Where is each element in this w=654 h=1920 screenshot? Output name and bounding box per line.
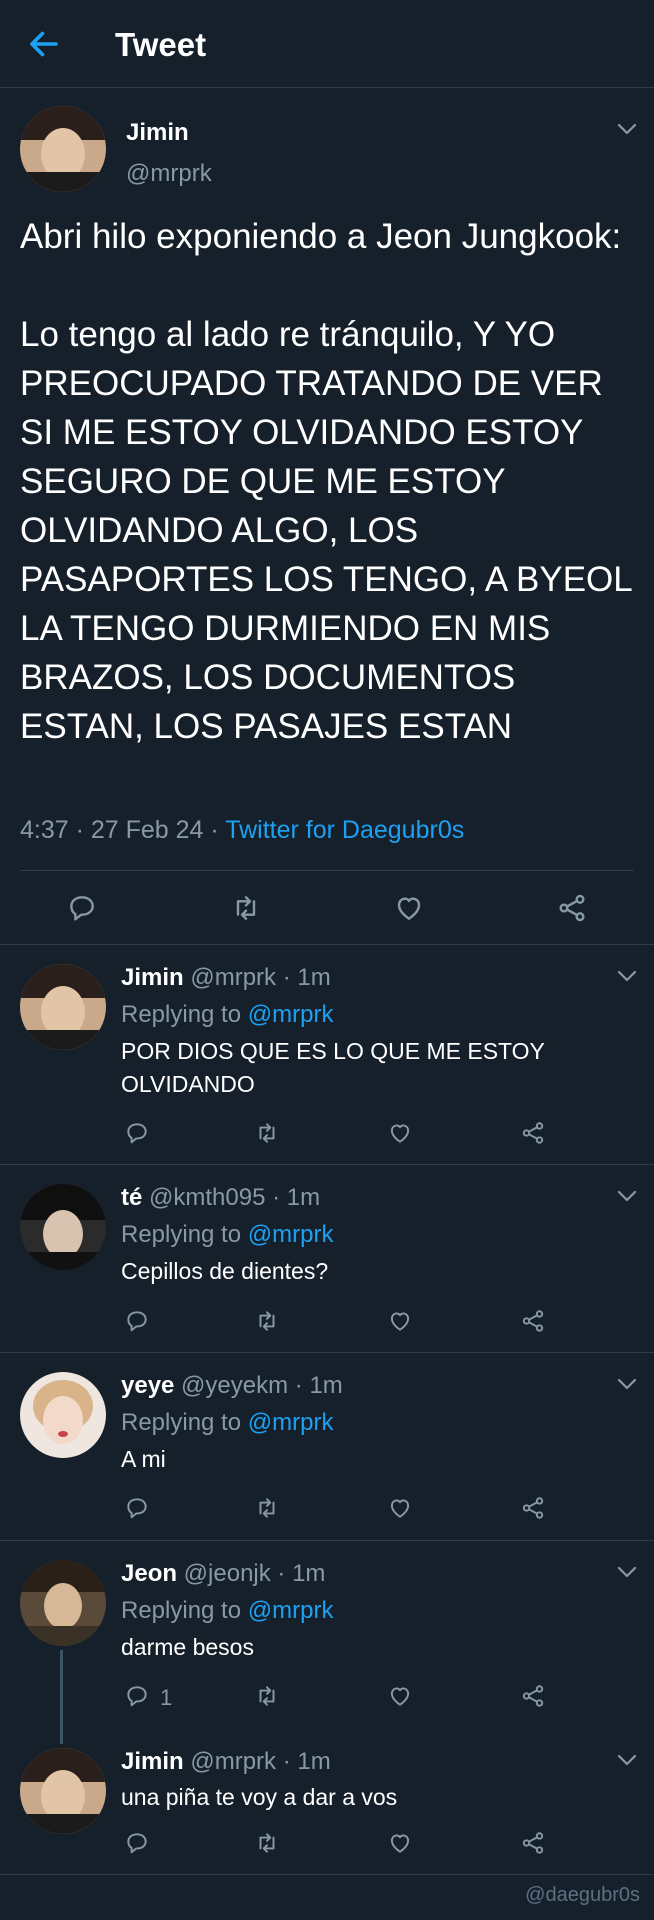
avatar[interactable] bbox=[20, 106, 106, 192]
chevron-down-icon[interactable] bbox=[616, 1189, 638, 1203]
reply-icon[interactable] bbox=[124, 1683, 150, 1709]
author-name[interactable]: Jimin bbox=[121, 1748, 184, 1775]
author-meta: @jeonjk · 1m bbox=[177, 1560, 326, 1587]
author-name[interactable]: Jimin bbox=[126, 119, 189, 147]
chevron-down-icon[interactable] bbox=[616, 1377, 638, 1391]
reply-icon[interactable] bbox=[66, 892, 98, 924]
reply-header: Jimin @mrprk · 1m bbox=[121, 964, 331, 992]
divider bbox=[0, 1540, 654, 1541]
chevron-down-icon[interactable] bbox=[616, 969, 638, 983]
reply-icon[interactable] bbox=[124, 1308, 150, 1334]
replying-to-link[interactable]: @mrprk bbox=[248, 1001, 334, 1028]
avatar[interactable] bbox=[20, 1372, 106, 1458]
reply-text: A mi bbox=[121, 1446, 166, 1472]
reply-header: yeye @yeyekm · 1m bbox=[121, 1372, 343, 1400]
page-title: Tweet bbox=[115, 26, 207, 63]
replying-label: Replying to bbox=[121, 1409, 248, 1436]
author-name[interactable]: té bbox=[121, 1184, 142, 1211]
retweet-icon[interactable] bbox=[230, 892, 262, 924]
chevron-down-icon[interactable] bbox=[616, 1565, 638, 1579]
heart-icon[interactable] bbox=[387, 1830, 413, 1856]
heart-icon[interactable] bbox=[387, 1308, 413, 1334]
replying-to: Replying to @mrprk bbox=[121, 1001, 333, 1029]
divider bbox=[0, 1874, 654, 1875]
chevron-down-icon[interactable] bbox=[616, 1753, 638, 1767]
avatar[interactable] bbox=[20, 1184, 106, 1270]
retweet-icon[interactable] bbox=[254, 1120, 280, 1146]
retweet-icon[interactable] bbox=[254, 1308, 280, 1334]
divider bbox=[0, 1352, 654, 1353]
heart-icon[interactable] bbox=[387, 1683, 413, 1709]
top-bar: Tweet bbox=[0, 0, 654, 88]
reply-text: POR DIOS QUE ES LO QUE ME ESTOY OLVIDAND… bbox=[121, 1038, 545, 1097]
divider bbox=[20, 870, 634, 871]
retweet-icon[interactable] bbox=[254, 1683, 280, 1709]
chevron-down-icon[interactable] bbox=[616, 122, 638, 136]
tweet-source-link[interactable]: Twitter for Daegubr0s bbox=[225, 816, 464, 844]
thread-line bbox=[60, 1650, 63, 1744]
replying-to-link[interactable]: @mrprk bbox=[248, 1597, 334, 1624]
replying-label: Replying to bbox=[121, 1001, 248, 1028]
divider bbox=[0, 944, 654, 945]
divider bbox=[0, 1164, 654, 1165]
share-icon[interactable] bbox=[520, 1683, 546, 1709]
replying-label: Replying to bbox=[121, 1221, 248, 1248]
replying-to-link[interactable]: @mrprk bbox=[248, 1221, 334, 1248]
heart-icon[interactable] bbox=[393, 892, 425, 924]
avatar[interactable] bbox=[20, 1748, 106, 1834]
reply-count: 1 bbox=[160, 1685, 173, 1710]
reply-icon[interactable] bbox=[124, 1120, 150, 1146]
replying-to: Replying to @mrprk bbox=[121, 1221, 333, 1249]
replying-to: Replying to @mrprk bbox=[121, 1597, 333, 1625]
author-name[interactable]: Jeon bbox=[121, 1560, 177, 1587]
tweet-text: Abri hilo exponiendo a Jeon Jungkook: Lo… bbox=[20, 217, 632, 746]
replying-label: Replying to bbox=[121, 1597, 248, 1624]
reply-header: té @kmth095 · 1m bbox=[121, 1184, 320, 1212]
avatar[interactable] bbox=[20, 964, 106, 1050]
author-handle[interactable]: @mrprk bbox=[126, 160, 212, 188]
tweet-meta: 4:37 · 27 Feb 24 · Twitter for Daegubr0s bbox=[20, 816, 464, 845]
author-meta: @kmth095 · 1m bbox=[142, 1184, 321, 1211]
watermark: @daegubr0s bbox=[525, 1884, 640, 1906]
author-meta: @yeyekm · 1m bbox=[174, 1372, 343, 1399]
replying-to-link[interactable]: @mrprk bbox=[248, 1409, 334, 1436]
arrow-left-icon[interactable] bbox=[26, 26, 62, 62]
retweet-icon[interactable] bbox=[254, 1495, 280, 1521]
reply-icon[interactable] bbox=[124, 1830, 150, 1856]
reply-icon[interactable] bbox=[124, 1495, 150, 1521]
retweet-icon[interactable] bbox=[254, 1830, 280, 1856]
reply-text: darme besos bbox=[121, 1634, 254, 1660]
share-icon[interactable] bbox=[520, 1495, 546, 1521]
reply-text: una piña te voy a dar a vos bbox=[121, 1784, 398, 1810]
reply-header: Jimin @mrprk · 1m bbox=[121, 1748, 331, 1776]
author-meta: @mrprk · 1m bbox=[183, 964, 331, 991]
author-meta: @mrprk · 1m bbox=[183, 1748, 331, 1775]
author-name[interactable]: yeye bbox=[121, 1372, 174, 1399]
author-name[interactable]: Jimin bbox=[121, 964, 184, 991]
avatar[interactable] bbox=[20, 1560, 106, 1646]
share-icon[interactable] bbox=[520, 1830, 546, 1856]
share-icon[interactable] bbox=[520, 1308, 546, 1334]
heart-icon[interactable] bbox=[387, 1120, 413, 1146]
share-icon[interactable] bbox=[520, 1120, 546, 1146]
reply-header: Jeon @jeonjk · 1m bbox=[121, 1560, 325, 1588]
heart-icon[interactable] bbox=[387, 1495, 413, 1521]
reply-text: Cepillos de dientes? bbox=[121, 1258, 329, 1284]
replying-to: Replying to @mrprk bbox=[121, 1409, 333, 1437]
share-icon[interactable] bbox=[556, 892, 588, 924]
tweet-timestamp: 4:37 · 27 Feb 24 · bbox=[20, 816, 226, 844]
